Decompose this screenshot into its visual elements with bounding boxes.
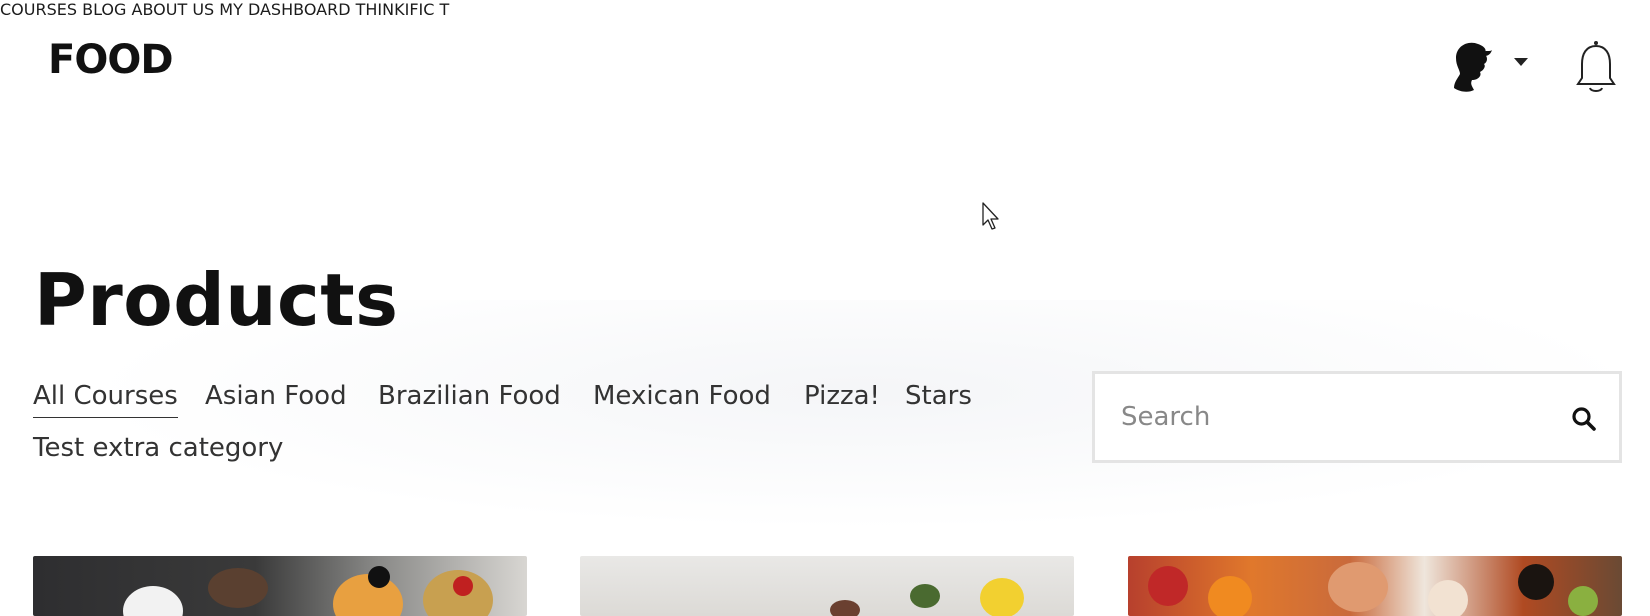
category-brazilian-food[interactable]: Brazilian Food bbox=[378, 378, 561, 414]
category-pizza[interactable]: Pizza! bbox=[804, 378, 880, 414]
page-title: Products bbox=[34, 258, 399, 342]
category-test-extra[interactable]: Test extra category bbox=[33, 430, 283, 466]
search-icon[interactable] bbox=[1571, 406, 1597, 432]
nav-link-user-menu[interactable]: THINKIFIC T bbox=[356, 0, 450, 19]
product-card-image[interactable] bbox=[580, 556, 1074, 616]
site-header: FOOD COURSES BLOG ABOUT US MY DASHBOARD … bbox=[0, 0, 1650, 126]
product-card-image[interactable] bbox=[1128, 556, 1622, 616]
category-stars[interactable]: Stars bbox=[905, 378, 972, 414]
search-box bbox=[1092, 371, 1622, 463]
product-card-image[interactable] bbox=[33, 556, 527, 616]
search-input[interactable] bbox=[1121, 392, 1541, 442]
category-all-courses[interactable]: All Courses bbox=[33, 378, 178, 418]
bell-icon[interactable] bbox=[1574, 38, 1618, 94]
chevron-down-icon[interactable] bbox=[1514, 58, 1528, 66]
avatar-silhouette-icon[interactable] bbox=[1448, 38, 1496, 94]
main-nav: COURSES BLOG ABOUT US MY DASHBOARD THINK… bbox=[0, 0, 1650, 19]
nav-link-blog[interactable]: BLOG bbox=[82, 0, 126, 19]
category-asian-food[interactable]: Asian Food bbox=[205, 378, 347, 414]
logo-text: FOOD bbox=[48, 37, 174, 83]
mouse-pointer-icon bbox=[981, 201, 1003, 231]
nav-link-about-us[interactable]: ABOUT US bbox=[132, 0, 215, 19]
nav-link-courses[interactable]: COURSES bbox=[0, 0, 77, 19]
nav-link-my-dashboard[interactable]: MY DASHBOARD bbox=[219, 0, 350, 19]
category-mexican-food[interactable]: Mexican Food bbox=[593, 378, 771, 414]
site-logo[interactable]: FOOD bbox=[48, 37, 174, 83]
